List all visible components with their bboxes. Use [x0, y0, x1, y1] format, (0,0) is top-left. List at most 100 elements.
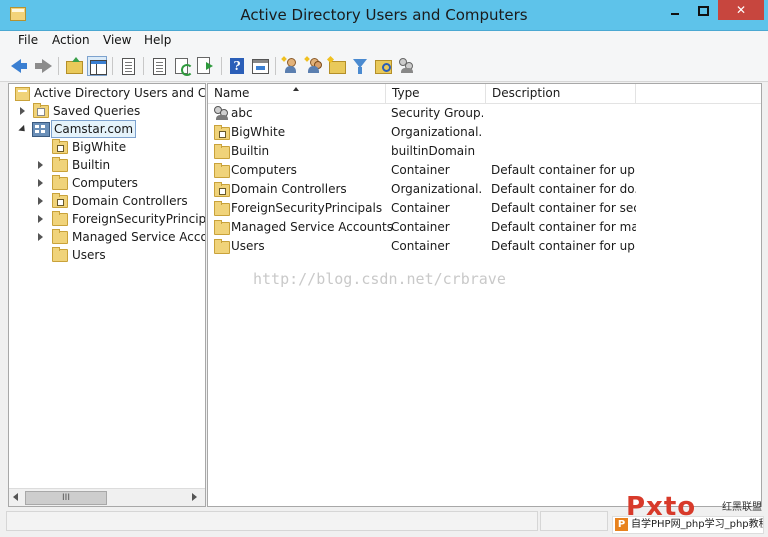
item-name: ForeignSecurityPrincipals	[231, 201, 383, 215]
tree-node-computers[interactable]: Computers	[9, 174, 205, 192]
add-to-group-icon	[397, 57, 415, 75]
details-list[interactable]: Name Type Description abc Security Group…	[207, 83, 762, 507]
toolbar-separator	[58, 57, 59, 75]
menu-view[interactable]: View	[103, 33, 131, 47]
forward-button[interactable]	[33, 56, 53, 76]
add-to-group-button[interactable]	[396, 56, 416, 76]
back-button[interactable]	[10, 56, 30, 76]
status-cell	[6, 511, 538, 531]
menu-file[interactable]: File	[18, 33, 38, 47]
up-folder-icon	[66, 57, 83, 74]
scroll-left-icon[interactable]	[13, 493, 18, 501]
tree-node-label: BigWhite	[72, 140, 127, 154]
minimize-button[interactable]	[662, 0, 688, 20]
list-item[interactable]: Users Container Default container for up…	[208, 237, 761, 256]
sort-ascending-icon	[293, 87, 299, 91]
item-type: Container	[391, 163, 450, 177]
list-item[interactable]: abc Security Group...	[208, 104, 761, 123]
refresh-icon	[175, 58, 193, 76]
column-header-label: Type	[392, 86, 420, 100]
title-bar[interactable]: Active Directory Users and Computers ✕	[0, 0, 768, 31]
tree-node-label: Computers	[72, 176, 138, 190]
site-logo: Pxto 红黑联盟 P 自学PHP网_php学习_php教程	[612, 492, 764, 536]
tree-horizontal-scrollbar[interactable]: III	[9, 488, 205, 506]
tree-node-bigwhite[interactable]: BigWhite	[9, 138, 205, 156]
tree-node-foreign-security-principals[interactable]: ForeignSecurityPrincipals	[9, 210, 205, 228]
tree-node-saved-queries[interactable]: Saved Queries	[9, 102, 205, 120]
folder-icon	[52, 157, 68, 172]
item-name: Domain Controllers	[231, 182, 347, 196]
expand-arrow-icon[interactable]	[38, 179, 43, 187]
list-header: Name Type Description	[208, 84, 761, 104]
expand-arrow-icon[interactable]	[38, 233, 43, 241]
find-button[interactable]	[373, 56, 393, 76]
list-item[interactable]: BigWhite Organizational...	[208, 123, 761, 142]
item-type: Organizational...	[391, 182, 483, 196]
folder-icon	[52, 211, 68, 226]
properties-button[interactable]	[118, 56, 138, 76]
ou-folder-icon	[214, 125, 230, 140]
toolbar-separator	[275, 57, 276, 75]
expand-arrow-icon[interactable]	[20, 107, 25, 115]
column-header-label: Description	[492, 86, 561, 100]
item-name: Managed Service Accounts	[231, 220, 393, 234]
console-view-icon	[252, 59, 269, 74]
expand-arrow-icon[interactable]	[38, 197, 43, 205]
item-name: Users	[231, 239, 265, 253]
tree-node-builtin[interactable]: Builtin	[9, 156, 205, 174]
collapse-arrow-icon[interactable]	[18, 124, 28, 135]
menu-action[interactable]: Action	[52, 33, 90, 47]
maximize-button[interactable]	[690, 0, 716, 20]
console-view-button[interactable]	[250, 56, 270, 76]
column-header-label: Name	[214, 86, 250, 100]
tree-node-domain-controllers[interactable]: Domain Controllers	[9, 192, 205, 210]
column-header-type[interactable]: Type	[386, 84, 486, 103]
new-ou-button[interactable]	[327, 56, 347, 76]
show-hide-console-tree-button[interactable]	[87, 56, 107, 76]
item-type: Organizational...	[391, 125, 483, 139]
scroll-right-icon[interactable]	[192, 493, 197, 501]
list-item[interactable]: Builtin builtinDomain	[208, 142, 761, 161]
list-item[interactable]: Computers Container Default container fo…	[208, 161, 761, 180]
tree-node-domain[interactable]: Camstar.com	[9, 120, 205, 138]
tree-node-label: Camstar.com	[51, 120, 137, 138]
ou-folder-icon	[52, 139, 68, 154]
properties-icon	[122, 58, 135, 75]
column-header-name[interactable]: Name	[208, 84, 386, 103]
list-item[interactable]: Managed Service Accounts Container Defau…	[208, 218, 761, 237]
find-icon	[375, 60, 392, 74]
expand-arrow-icon[interactable]	[38, 161, 43, 169]
new-user-button[interactable]	[281, 56, 301, 76]
help-icon: ?	[230, 58, 244, 74]
console-tree[interactable]: Active Directory Users and Com Saved Que…	[8, 83, 206, 507]
expand-arrow-icon[interactable]	[38, 215, 43, 223]
item-type: Container	[391, 220, 450, 234]
list-item[interactable]: ForeignSecurityPrincipals Container Defa…	[208, 199, 761, 218]
item-type: builtinDomain	[391, 144, 476, 158]
list-item[interactable]: Domain Controllers Organizational... Def…	[208, 180, 761, 199]
menu-help[interactable]: Help	[144, 33, 171, 47]
column-header-description[interactable]: Description	[486, 84, 636, 103]
close-button[interactable]: ✕	[718, 0, 764, 20]
tree-node-label: Managed Service Accoun	[72, 230, 205, 244]
export-list-button[interactable]	[149, 56, 169, 76]
tree-root-node[interactable]: Active Directory Users and Com	[9, 84, 205, 102]
refresh-button[interactable]	[173, 56, 193, 76]
filter-button[interactable]	[350, 56, 370, 76]
tree-node-label: Saved Queries	[53, 104, 141, 118]
folder-icon	[52, 247, 68, 262]
tree-node-users[interactable]: Users	[9, 246, 205, 264]
export-list-icon	[153, 58, 166, 75]
export-button[interactable]	[196, 56, 216, 76]
domain-icon	[32, 122, 50, 137]
help-button[interactable]: ?	[227, 56, 247, 76]
app-window: Active Directory Users and Computers ✕ F…	[0, 0, 768, 537]
scroll-thumb[interactable]: III	[25, 491, 107, 505]
folder-icon	[214, 163, 230, 178]
up-one-level-button[interactable]	[64, 56, 84, 76]
ou-folder-icon	[52, 193, 68, 208]
tree-node-label: Domain Controllers	[72, 194, 188, 208]
show-hide-tree-icon	[90, 60, 107, 75]
new-group-button[interactable]	[304, 56, 324, 76]
tree-node-managed-service-accounts[interactable]: Managed Service Accoun	[9, 228, 205, 246]
